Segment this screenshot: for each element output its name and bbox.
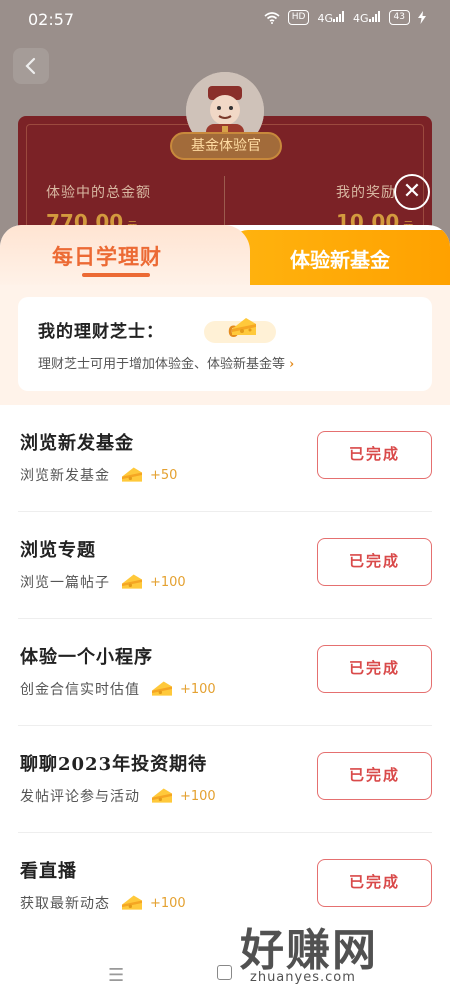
wifi-icon	[264, 11, 280, 24]
reward-label: 我的奖励	[336, 185, 396, 201]
task-item: 浏览专题 浏览一篇帖子 +100 已完成	[18, 512, 432, 619]
signal-icon: 4G	[317, 10, 345, 25]
cheese-desc-text: 理财芝士可用于增加体验金、体验新基金等	[38, 357, 286, 372]
task-title: 看直播	[20, 861, 77, 882]
task-subtitle: 浏览一篇帖子	[20, 575, 110, 591]
task-completed-button[interactable]: 已完成	[317, 752, 432, 800]
cheese-icon	[152, 788, 172, 803]
task-title: 浏览专题	[20, 540, 96, 561]
tab-daily-learning[interactable]: 每日学理财	[0, 225, 250, 291]
watermark: 好赚网 zhuanyes.com	[240, 914, 440, 994]
cheese-card-title: 我的理财芝士：	[38, 322, 164, 342]
status-time: 02:57	[28, 10, 75, 29]
task-title: 体验一个小程序	[20, 647, 153, 668]
task-title: 聊聊2023年投资期待	[20, 754, 208, 775]
tab-daily-learning-label: 每日学理财	[52, 245, 162, 269]
task-completed-button[interactable]: 已完成	[317, 538, 432, 586]
task-subtitle-row: 发帖评论参与活动 +100	[20, 786, 216, 806]
task-subtitle-row: 浏览一篇帖子 +100	[20, 572, 186, 592]
task-completed-button[interactable]: 已完成	[317, 859, 432, 907]
task-subtitle: 发帖评论参与活动	[20, 789, 140, 805]
task-subtitle-row: 创金合信实时估值 +100	[20, 679, 216, 699]
menu-icon[interactable]: ☰	[108, 965, 124, 986]
task-subtitle: 浏览新发基金	[20, 468, 110, 484]
watermark-text: 好赚网	[240, 925, 378, 976]
signal-label-2: 4G	[353, 11, 369, 25]
task-points: +100	[150, 895, 186, 911]
cheese-icon	[152, 681, 172, 696]
cheese-card-description: 理财芝士可用于增加体验金、体验新基金等 ›	[38, 353, 294, 372]
task-sheet: 体验新基金 每日学理财 我的理财芝士： 0 理财芝士可用于增加体验金、体验新基金…	[0, 225, 450, 1000]
chevron-left-icon	[25, 57, 36, 75]
task-list: 浏览新发基金 浏览新发基金 +50 已完成 浏览专题 浏览一篇帖子 +100 已…	[0, 405, 450, 940]
total-amount-label: 体验中的总金额	[46, 185, 151, 201]
signal-label: 4G	[317, 11, 334, 25]
chevron-right-icon: ›	[289, 357, 295, 372]
hd-badge: HD	[287, 10, 310, 25]
cheese-card[interactable]: 我的理财芝士： 0 理财芝士可用于增加体验金、体验新基金等›	[18, 297, 432, 391]
task-item: 浏览新发基金 浏览新发基金 +50 已完成	[18, 405, 432, 512]
fund-experience-badge: 基金体验官	[170, 132, 282, 160]
status-icons: HD 4G 4G 43	[264, 10, 426, 25]
task-subtitle-row: 浏览新发基金 +50	[20, 465, 177, 485]
tab-bar: 体验新基金 每日学理财	[0, 225, 450, 291]
task-points: +100	[180, 788, 216, 804]
task-points: +100	[180, 681, 216, 697]
active-tab-indicator	[82, 273, 150, 277]
status-bar: 02:57 HD 4G 4G 43	[0, 0, 450, 38]
tab-new-fund-label: 体验新基金	[290, 248, 390, 272]
close-button[interactable]: ✕	[394, 174, 430, 210]
task-completed-button[interactable]: 已完成	[317, 431, 432, 479]
charging-icon	[418, 11, 426, 24]
cheese-icon	[122, 895, 142, 910]
task-item: 体验一个小程序 创金合信实时估值 +100 已完成	[18, 619, 432, 726]
cheese-icon	[232, 318, 256, 335]
signal-icon-2: 4G	[353, 10, 381, 25]
close-icon: ✕	[402, 179, 422, 204]
task-subtitle-row: 获取最新动态 +100	[20, 893, 186, 913]
battery-icon: 43	[388, 10, 410, 25]
task-item: 聊聊2023年投资期待 发帖评论参与活动 +100 已完成	[18, 726, 432, 833]
cheese-icon	[122, 467, 142, 482]
task-subtitle: 创金合信实时估值	[20, 682, 140, 698]
task-subtitle: 获取最新动态	[20, 896, 110, 912]
tab-new-fund[interactable]: 体验新基金	[230, 230, 450, 290]
cheese-icon	[122, 574, 142, 589]
task-title: 浏览新发基金	[20, 433, 134, 454]
back-button[interactable]	[13, 48, 49, 84]
task-completed-button[interactable]: 已完成	[317, 645, 432, 693]
task-points: +50	[150, 467, 178, 483]
watermark-url: zhuanyes.com	[250, 970, 356, 985]
home-icon[interactable]	[217, 965, 232, 980]
task-points: +100	[150, 574, 186, 590]
